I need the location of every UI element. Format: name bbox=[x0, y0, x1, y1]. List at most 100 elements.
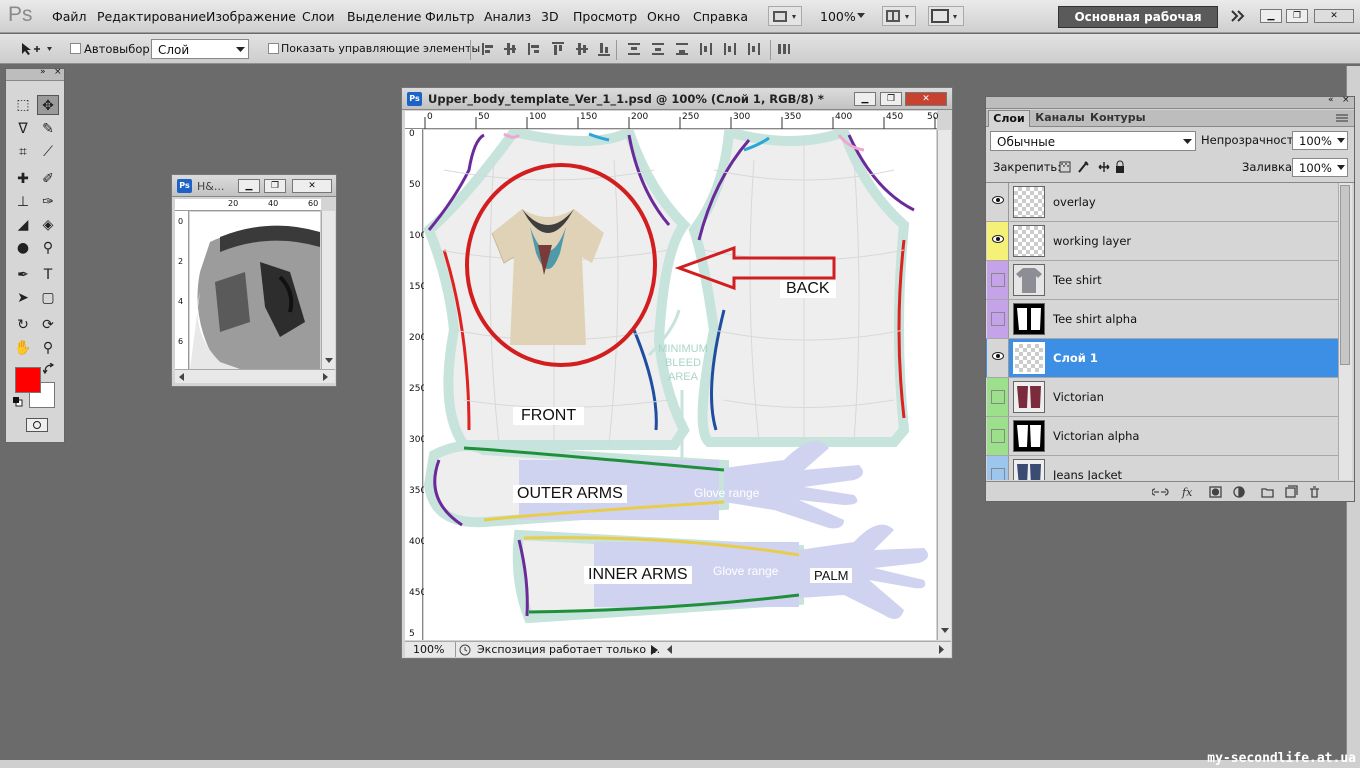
align-icons[interactable] bbox=[480, 40, 610, 58]
move-tool-icon[interactable]: ✥ bbox=[37, 95, 59, 115]
close-icon[interactable]: × bbox=[1342, 95, 1350, 105]
layer-row[interactable]: Jeans Jacket bbox=[986, 456, 1338, 480]
status-zoom[interactable]: 100% bbox=[413, 643, 444, 656]
layer-row[interactable]: Victorian alpha bbox=[986, 417, 1338, 456]
scroll-left-icon[interactable] bbox=[667, 645, 673, 655]
3d-rotate-icon[interactable]: ↻ bbox=[12, 315, 34, 335]
show-controls-checkbox[interactable] bbox=[268, 43, 279, 54]
eraser-tool-icon[interactable]: ◢ bbox=[12, 215, 34, 235]
zoom-tool-icon[interactable]: ⚲ bbox=[37, 338, 59, 358]
path-select-icon[interactable]: ➤ bbox=[12, 288, 34, 308]
dodge-tool-icon[interactable]: ⚲ bbox=[37, 238, 59, 258]
visibility-toggle[interactable] bbox=[987, 183, 1009, 221]
zoom-level-select[interactable]: 100% bbox=[820, 9, 856, 24]
close-icon[interactable]: × bbox=[54, 67, 62, 77]
vertical-scrollbar[interactable] bbox=[321, 211, 335, 369]
visibility-toggle[interactable] bbox=[987, 222, 1009, 260]
autoselect-dropdown[interactable]: Слой bbox=[151, 39, 249, 59]
layer-row[interactable]: Tee shirt alpha bbox=[986, 300, 1338, 339]
history-brush-icon[interactable]: ✑ bbox=[37, 192, 59, 212]
scroll-down-icon[interactable] bbox=[941, 628, 949, 634]
paint-bucket-icon[interactable]: ◈ bbox=[37, 215, 59, 235]
type-tool-icon[interactable]: T bbox=[37, 265, 59, 285]
layer-row[interactable]: Tee shirt bbox=[986, 261, 1338, 300]
menu-analysis[interactable]: Анализ bbox=[484, 9, 531, 24]
menu-edit[interactable]: Редактирование bbox=[97, 9, 206, 24]
menu-3d[interactable]: 3D bbox=[541, 9, 559, 24]
layers-footer-icons[interactable]: fx bbox=[1152, 485, 1332, 499]
vertical-scrollbar[interactable] bbox=[937, 130, 951, 640]
menu-help[interactable]: Справка bbox=[693, 9, 748, 24]
menu-select[interactable]: Выделение bbox=[347, 9, 421, 24]
auto-align-icon[interactable] bbox=[776, 41, 792, 57]
swap-colors-icon[interactable] bbox=[43, 363, 55, 375]
crop-tool-icon[interactable]: ⌗ bbox=[12, 142, 34, 162]
tab-channels[interactable]: Каналы bbox=[1032, 110, 1088, 127]
close-button[interactable]: ✕ bbox=[905, 92, 947, 106]
quick-select-tool-icon[interactable]: ✎ bbox=[37, 119, 59, 139]
3d-orbit-icon[interactable]: ⟳ bbox=[37, 315, 59, 335]
restore-button[interactable]: ❐ bbox=[264, 179, 286, 193]
distribute-icons[interactable] bbox=[626, 40, 766, 58]
visibility-toggle[interactable] bbox=[987, 261, 1009, 299]
default-colors-icon[interactable] bbox=[12, 396, 24, 408]
minimize-button[interactable]: ▁ bbox=[854, 92, 876, 106]
opacity-input[interactable]: 100% bbox=[1292, 131, 1348, 150]
collapse-icon[interactable]: « bbox=[1328, 95, 1334, 105]
scroll-down-icon[interactable] bbox=[325, 358, 333, 364]
status-menu-arrow-icon[interactable] bbox=[651, 645, 659, 655]
stamp-tool-icon[interactable]: ⊥ bbox=[12, 192, 34, 212]
workspace-button[interactable]: Основная рабочая среда bbox=[1058, 6, 1218, 45]
menu-image[interactable]: Изображение bbox=[206, 9, 296, 24]
visibility-toggle[interactable] bbox=[987, 456, 1009, 480]
horizontal-scrollbar[interactable] bbox=[175, 369, 335, 383]
tab-layers[interactable]: Слои bbox=[988, 110, 1030, 127]
quick-mask-button[interactable] bbox=[26, 418, 48, 432]
restore-button[interactable]: ❐ bbox=[1286, 9, 1308, 23]
tab-paths[interactable]: Контуры bbox=[1090, 110, 1146, 127]
lock-icons[interactable] bbox=[1059, 160, 1129, 174]
layer-row[interactable]: overlay bbox=[986, 183, 1338, 222]
hand-tool-icon[interactable]: ✋ bbox=[12, 338, 34, 358]
layer-row-selected[interactable]: Слой 1 bbox=[986, 339, 1338, 378]
marquee-tool-icon[interactable]: ⬚ bbox=[12, 95, 34, 115]
lasso-tool-icon[interactable]: ᐁ bbox=[12, 119, 34, 139]
visibility-toggle[interactable] bbox=[987, 417, 1009, 455]
menu-window[interactable]: Окно bbox=[647, 9, 680, 24]
healing-brush-icon[interactable]: ✚ bbox=[12, 169, 34, 189]
menu-view[interactable]: Просмотр bbox=[573, 9, 637, 24]
menu-layers[interactable]: Слои bbox=[302, 9, 335, 24]
menu-file[interactable]: Файл bbox=[52, 9, 87, 24]
fill-input[interactable]: 100% bbox=[1292, 158, 1348, 177]
shape-tool-icon[interactable]: ▢ bbox=[37, 288, 59, 308]
restore-button[interactable]: ❐ bbox=[880, 92, 902, 106]
visibility-toggle[interactable] bbox=[987, 300, 1009, 338]
layers-scrollbar[interactable] bbox=[1338, 183, 1352, 480]
minimize-button[interactable]: ▁ bbox=[1260, 9, 1282, 23]
collapse-icon[interactable]: » bbox=[40, 67, 46, 77]
document-canvas[interactable]: FRONT BACK MINIMUM BLEED AREA OUTER ARMS… bbox=[424, 130, 936, 640]
blur-tool-icon[interactable]: ● bbox=[12, 238, 34, 258]
minimize-button[interactable]: ▁ bbox=[238, 179, 260, 193]
screen-view-button[interactable] bbox=[928, 6, 964, 26]
eyedropper-tool-icon[interactable]: ⟋ bbox=[37, 142, 59, 162]
scroll-thumb[interactable] bbox=[1340, 185, 1350, 365]
double-chevron-right-icon[interactable] bbox=[1230, 9, 1246, 23]
scroll-left-icon[interactable] bbox=[179, 373, 185, 381]
screen-mode-button[interactable] bbox=[768, 6, 802, 26]
visibility-toggle[interactable] bbox=[987, 339, 1009, 377]
layer-row[interactable]: Victorian bbox=[986, 378, 1338, 417]
pen-tool-icon[interactable]: ✒ bbox=[12, 265, 34, 285]
foreground-color-swatch[interactable] bbox=[15, 367, 41, 393]
brush-tool-icon[interactable]: ✐ bbox=[37, 169, 59, 189]
layer-row[interactable]: working layer bbox=[986, 222, 1338, 261]
close-button[interactable]: ✕ bbox=[1314, 9, 1354, 23]
close-button[interactable]: ✕ bbox=[292, 179, 332, 193]
blend-mode-dropdown[interactable]: Обычные bbox=[990, 131, 1196, 151]
panel-menu-icon[interactable] bbox=[1336, 114, 1348, 123]
scroll-right-icon[interactable] bbox=[323, 373, 329, 381]
autoselect-checkbox[interactable] bbox=[70, 43, 81, 54]
arrange-documents-button[interactable] bbox=[882, 6, 916, 26]
scroll-right-icon[interactable] bbox=[939, 645, 945, 655]
menu-filter[interactable]: Фильтр bbox=[425, 9, 474, 24]
